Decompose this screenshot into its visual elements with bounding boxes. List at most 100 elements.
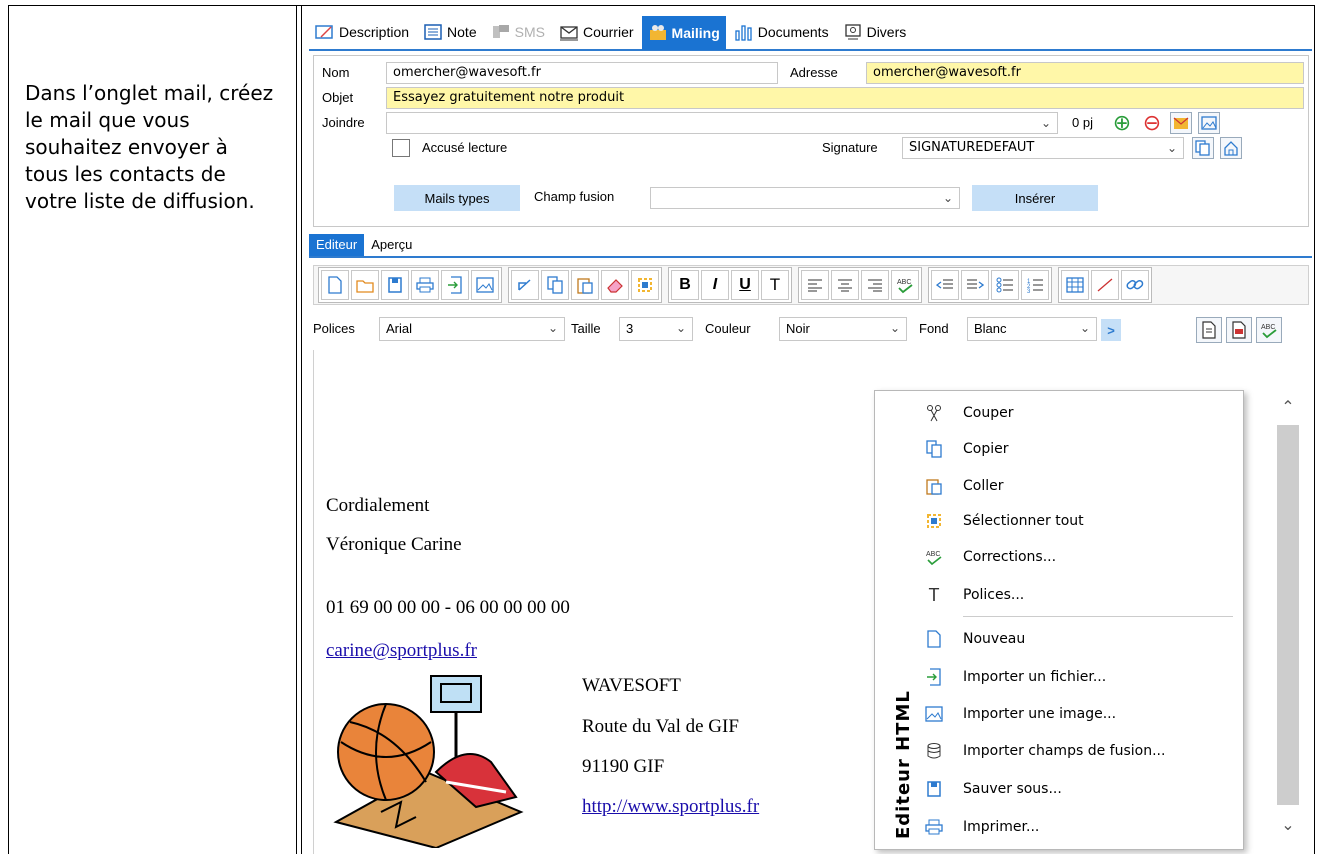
spellcheck-button[interactable]: ABC xyxy=(891,270,919,300)
editor-content[interactable]: Cordialement Véronique Carine 01 69 00 0… xyxy=(313,350,1309,854)
outdent-button[interactable] xyxy=(931,270,959,300)
chevron-down-icon: ⌄ xyxy=(889,321,900,335)
remove-attachment-button[interactable]: ⊖ xyxy=(1141,110,1163,135)
italic-button[interactable]: I xyxy=(701,270,729,300)
menu-item-importer-image[interactable]: Importer une image... xyxy=(905,696,1243,732)
insert-link-button[interactable] xyxy=(1121,270,1149,300)
export-pdf-button[interactable] xyxy=(1226,317,1252,343)
view-html-button[interactable] xyxy=(1196,317,1222,343)
svg-text:3: 3 xyxy=(1027,289,1031,293)
signature-select[interactable]: SIGNATUREDEFAUT ⌄ xyxy=(902,137,1184,159)
tab-documents-label: Documents xyxy=(757,24,829,40)
menu-item-copier[interactable]: Copier xyxy=(905,431,1243,467)
import-file-icon xyxy=(448,276,462,294)
more-options-button[interactable]: > xyxy=(1101,319,1121,341)
italic-label: I xyxy=(712,276,718,293)
menu-item-sauver-sous[interactable]: Sauver sous... xyxy=(905,771,1243,807)
copy-icon xyxy=(1195,140,1210,156)
scrollbar-thumb[interactable] xyxy=(1277,425,1299,805)
bullet-list-button[interactable] xyxy=(991,270,1019,300)
copy-button[interactable] xyxy=(541,270,569,300)
tab-editeur[interactable]: Editeur xyxy=(309,234,365,256)
minus-circle-icon: ⊖ xyxy=(1142,110,1162,135)
copy-signature-button[interactable] xyxy=(1192,137,1214,159)
taille-select[interactable]: 3 ⌄ xyxy=(619,317,693,341)
numbered-list-button[interactable]: 123 xyxy=(1021,270,1049,300)
chevron-down-icon: ⌄ xyxy=(547,321,558,335)
undo-button[interactable] xyxy=(511,270,539,300)
select-all-button[interactable] xyxy=(631,270,659,300)
spellcheck-icon: ABC xyxy=(1261,324,1277,339)
signature-value: SIGNATUREDEFAUT xyxy=(909,140,1035,155)
tab-description[interactable]: Description xyxy=(309,16,415,48)
indent-button[interactable] xyxy=(961,270,989,300)
tab-mailing[interactable]: Mailing xyxy=(641,16,726,50)
mails-types-button[interactable]: Mails types xyxy=(394,185,520,211)
align-right-button[interactable] xyxy=(861,270,889,300)
scroll-up-button[interactable]: ⌃ xyxy=(1277,395,1299,419)
inserer-button[interactable]: Insérer xyxy=(972,185,1098,211)
tab-sms[interactable]: SMS xyxy=(485,16,551,48)
scroll-down-button[interactable]: ⌄ xyxy=(1277,813,1299,837)
tab-divers[interactable]: Divers xyxy=(837,16,913,48)
company-name: WAVESOFT xyxy=(582,675,681,696)
adresse-field[interactable]: omercher@wavesoft.fr xyxy=(866,62,1304,84)
add-attachment-button[interactable]: ⊕ xyxy=(1111,110,1133,135)
menu-item-polices[interactable]: T Polices... xyxy=(905,577,1243,613)
font-icon: T xyxy=(928,584,940,605)
menu-item-coller[interactable]: Coller xyxy=(905,468,1243,504)
objet-field[interactable]: Essayez gratuitement notre produit xyxy=(386,87,1304,109)
menu-item-corrections[interactable]: ABC Corrections... xyxy=(905,539,1243,575)
menu-item-importer-fichier[interactable]: Importer un fichier... xyxy=(905,659,1243,695)
attach-image-button[interactable] xyxy=(1198,112,1220,134)
chevron-up-icon: ⌃ xyxy=(1281,399,1295,416)
font-row: Polices Arial ⌄ Taille 3 ⌄ Couleur Noir … xyxy=(313,311,1309,347)
home-signature-button[interactable] xyxy=(1220,137,1242,159)
open-folder-button[interactable] xyxy=(351,270,379,300)
insert-table-button[interactable] xyxy=(1061,270,1089,300)
mailing-icon xyxy=(648,23,668,43)
menu-item-selectionner-tout[interactable]: Sélectionner tout xyxy=(905,503,1243,539)
bold-button[interactable]: B xyxy=(671,270,699,300)
context-menu: Editeur HTML Couper Copier Coller Sélect… xyxy=(874,390,1244,850)
printer-icon xyxy=(416,277,434,293)
underline-button[interactable]: U xyxy=(731,270,759,300)
tab-note[interactable]: Note xyxy=(417,16,483,48)
champ-fusion-label: Champ fusion xyxy=(534,189,615,204)
vertical-scrollbar[interactable]: ⌃ ⌄ xyxy=(1271,385,1301,854)
align-right-icon xyxy=(868,279,882,292)
menu-item-imprimer[interactable]: Imprimer... xyxy=(905,809,1243,845)
menu-item-label: Copier xyxy=(963,441,1009,457)
eraser-button[interactable] xyxy=(601,270,629,300)
paste-button[interactable] xyxy=(571,270,599,300)
import-image-button[interactable] xyxy=(471,270,499,300)
menu-item-nouveau[interactable]: Nouveau xyxy=(905,621,1243,657)
tab-documents[interactable]: Documents xyxy=(728,16,835,48)
chevron-down-icon: ⌄ xyxy=(675,321,686,335)
align-center-button[interactable] xyxy=(831,270,859,300)
company-website-link[interactable]: http://www.sportplus.fr xyxy=(582,796,759,818)
polices-select[interactable]: Arial ⌄ xyxy=(379,317,565,341)
new-document-button[interactable] xyxy=(321,270,349,300)
fond-select[interactable]: Blanc ⌄ xyxy=(967,317,1097,341)
menu-item-couper[interactable]: Couper xyxy=(905,395,1243,431)
greeting-text: Cordialement xyxy=(326,495,430,516)
couleur-select[interactable]: Noir ⌄ xyxy=(779,317,907,341)
tab-apercu[interactable]: Aperçu xyxy=(364,234,419,256)
signature-email-link[interactable]: carine@sportplus.fr xyxy=(326,640,477,662)
save-as-button[interactable] xyxy=(381,270,409,300)
spellcheck-doc-button[interactable]: ABC xyxy=(1256,317,1282,343)
print-button[interactable] xyxy=(411,270,439,300)
font-button[interactable]: T xyxy=(761,270,789,300)
align-left-button[interactable] xyxy=(801,270,829,300)
champ-fusion-select[interactable]: ⌄ xyxy=(650,187,960,209)
accuse-lecture-checkbox[interactable] xyxy=(392,139,410,157)
import-file-button[interactable] xyxy=(441,270,469,300)
tab-courrier[interactable]: Courrier xyxy=(553,16,640,48)
menu-item-importer-champs[interactable]: Importer champs de fusion... xyxy=(905,733,1243,769)
insert-line-button[interactable] xyxy=(1091,270,1119,300)
attach-mail-button[interactable] xyxy=(1170,112,1192,134)
joindre-field[interactable]: ⌄ xyxy=(386,112,1058,134)
numbered-list-icon: 123 xyxy=(1027,279,1043,293)
nom-field[interactable]: omercher@wavesoft.fr xyxy=(386,62,778,84)
